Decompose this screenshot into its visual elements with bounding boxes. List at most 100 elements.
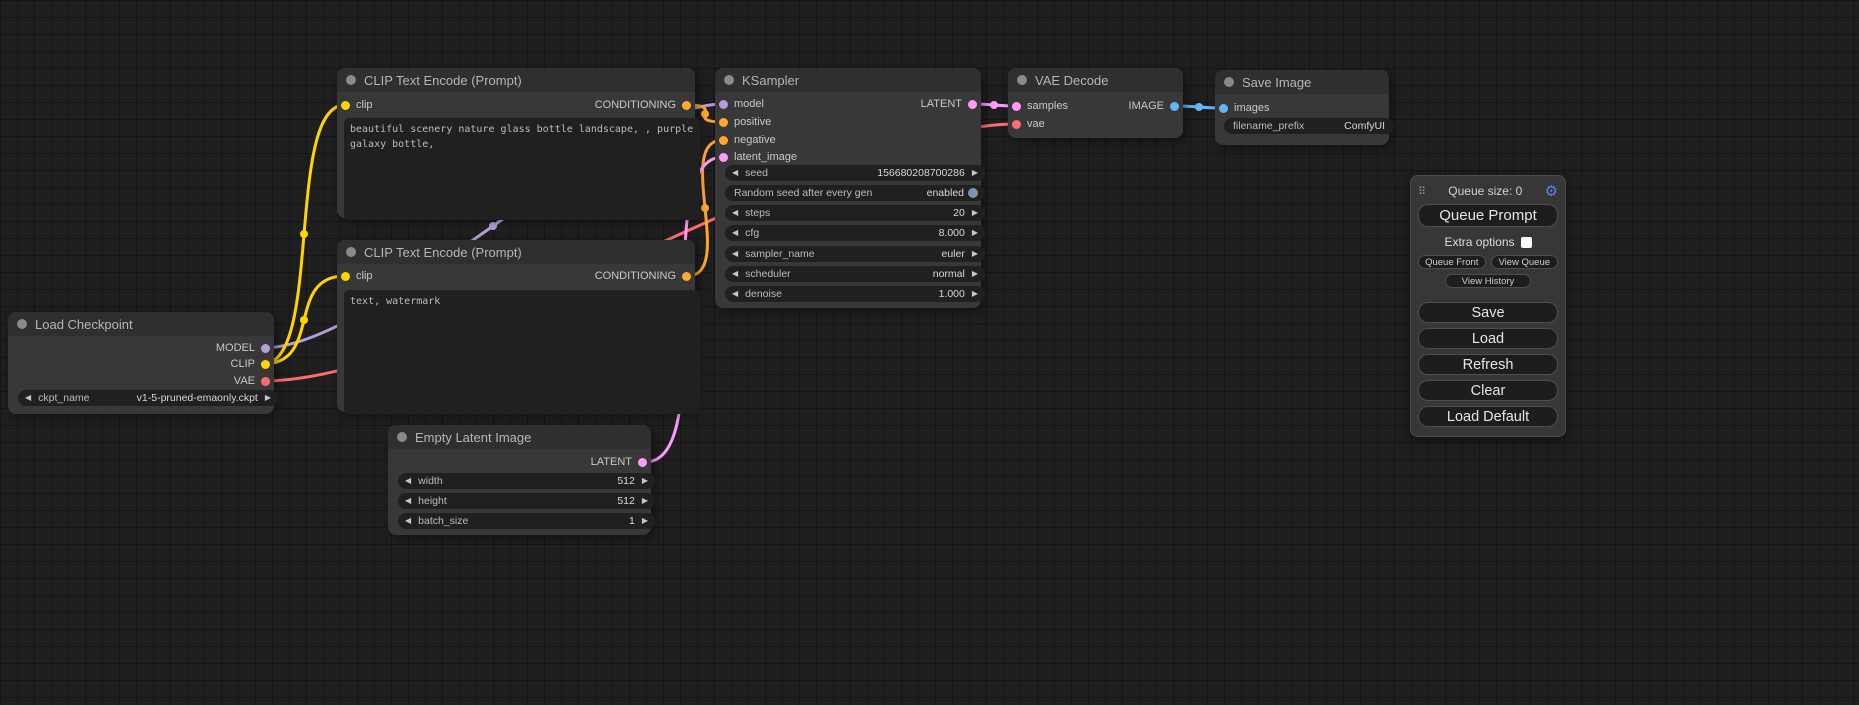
denoise-number-widget[interactable]: ◀ denoise 1.000 ▶: [725, 286, 985, 302]
decrement-arrow-icon[interactable]: ◀: [405, 517, 411, 525]
batch-size-number-widget[interactable]: ◀ batch_size 1 ▶: [398, 513, 655, 529]
view-queue-button[interactable]: View Queue: [1491, 255, 1559, 269]
node-title-bar[interactable]: Load Checkpoint: [8, 312, 274, 336]
load-default-button[interactable]: Load Default: [1418, 406, 1558, 427]
filename-prefix-text-widget[interactable]: filename_prefix ComfyUI: [1224, 118, 1394, 134]
output-port-clip[interactable]: CLIP: [231, 356, 270, 372]
node-collapse-dot-icon[interactable]: [1224, 77, 1234, 87]
output-port-conditioning[interactable]: CONDITIONING: [595, 268, 691, 284]
negative-prompt-textarea[interactable]: text, watermark: [344, 290, 700, 414]
node-title-bar[interactable]: CLIP Text Encode (Prompt): [337, 240, 695, 264]
save-button[interactable]: Save: [1418, 302, 1558, 323]
extra-options-checkbox[interactable]: [1521, 237, 1532, 248]
scheduler-combo-widget[interactable]: ◀ scheduler normal ▶: [725, 266, 985, 282]
clip-port-dot[interactable]: [261, 360, 270, 369]
drag-handle-icon[interactable]: ⠿: [1418, 185, 1426, 198]
node-collapse-dot-icon[interactable]: [1017, 75, 1027, 85]
clip-port-dot[interactable]: [341, 101, 350, 110]
conditioning-port-dot[interactable]: [719, 136, 728, 145]
output-port-model[interactable]: MODEL: [216, 340, 270, 356]
decrement-arrow-icon[interactable]: ◀: [405, 477, 411, 485]
increment-arrow-icon[interactable]: ▶: [972, 169, 978, 177]
node-vae-decode[interactable]: VAE Decode samples vae IMAGE: [1008, 68, 1183, 138]
input-port-samples[interactable]: samples: [1012, 98, 1068, 114]
node-clip-text-encode-negative[interactable]: CLIP Text Encode (Prompt) clip CONDITION…: [337, 240, 695, 412]
seed-number-widget[interactable]: ◀ seed 156680208700286 ▶: [725, 165, 985, 181]
combo-left-arrow-icon[interactable]: ◀: [25, 394, 31, 402]
toggle-indicator-dot[interactable]: [968, 188, 978, 198]
output-port-conditioning[interactable]: CONDITIONING: [595, 97, 691, 113]
input-port-clip[interactable]: clip: [341, 268, 373, 284]
model-port-dot[interactable]: [719, 100, 728, 109]
image-port-dot[interactable]: [1170, 102, 1179, 111]
node-ksampler[interactable]: KSampler model positive negative latent_…: [715, 68, 981, 308]
node-empty-latent-image[interactable]: Empty Latent Image LATENT ◀ width 512 ▶ …: [388, 425, 651, 535]
node-collapse-dot-icon[interactable]: [346, 75, 356, 85]
queue-prompt-button[interactable]: Queue Prompt: [1418, 204, 1558, 227]
settings-gear-icon[interactable]: ⚙: [1545, 184, 1558, 199]
increment-arrow-icon[interactable]: ▶: [642, 517, 648, 525]
decrement-arrow-icon[interactable]: ◀: [732, 229, 738, 237]
clear-button[interactable]: Clear: [1418, 380, 1558, 401]
node-save-image[interactable]: Save Image images filename_prefix ComfyU…: [1215, 70, 1389, 145]
node-title-bar[interactable]: KSampler: [715, 68, 981, 92]
combo-left-arrow-icon[interactable]: ◀: [732, 250, 738, 258]
node-title-bar[interactable]: CLIP Text Encode (Prompt): [337, 68, 695, 92]
latent-port-dot[interactable]: [638, 458, 647, 467]
refresh-button[interactable]: Refresh: [1418, 354, 1558, 375]
combo-left-arrow-icon[interactable]: ◀: [732, 270, 738, 278]
latent-port-dot[interactable]: [719, 153, 728, 162]
conditioning-port-dot[interactable]: [682, 101, 691, 110]
input-port-clip[interactable]: clip: [341, 97, 373, 113]
input-port-model[interactable]: model: [719, 96, 764, 112]
node-collapse-dot-icon[interactable]: [17, 319, 27, 329]
latent-port-dot[interactable]: [1012, 102, 1021, 111]
increment-arrow-icon[interactable]: ▶: [972, 209, 978, 217]
node-collapse-dot-icon[interactable]: [397, 432, 407, 442]
node-clip-text-encode-positive[interactable]: CLIP Text Encode (Prompt) clip CONDITION…: [337, 68, 695, 218]
vae-port-dot[interactable]: [1012, 120, 1021, 129]
load-button[interactable]: Load: [1418, 328, 1558, 349]
width-number-widget[interactable]: ◀ width 512 ▶: [398, 473, 655, 489]
conditioning-port-dot[interactable]: [719, 118, 728, 127]
positive-prompt-textarea[interactable]: beautiful scenery nature glass bottle la…: [344, 118, 700, 220]
node-title-bar[interactable]: Save Image: [1215, 70, 1389, 94]
model-port-dot[interactable]: [261, 344, 270, 353]
latent-port-dot[interactable]: [968, 100, 977, 109]
increment-arrow-icon[interactable]: ▶: [972, 229, 978, 237]
queue-front-button[interactable]: Queue Front: [1418, 255, 1486, 269]
combo-right-arrow-icon[interactable]: ▶: [972, 250, 978, 258]
decrement-arrow-icon[interactable]: ◀: [405, 497, 411, 505]
node-title-bar[interactable]: Empty Latent Image: [388, 425, 651, 449]
steps-number-widget[interactable]: ◀ steps 20 ▶: [725, 205, 985, 221]
output-port-latent[interactable]: LATENT: [921, 96, 977, 112]
output-port-vae[interactable]: VAE: [234, 373, 270, 389]
input-port-positive[interactable]: positive: [719, 114, 771, 130]
random-seed-toggle-widget[interactable]: Random seed after every gen enabled: [725, 185, 985, 201]
combo-right-arrow-icon[interactable]: ▶: [265, 394, 271, 402]
output-port-latent[interactable]: LATENT: [591, 454, 647, 470]
image-port-dot[interactable]: [1219, 104, 1228, 113]
output-port-image[interactable]: IMAGE: [1129, 98, 1179, 114]
increment-arrow-icon[interactable]: ▶: [642, 497, 648, 505]
input-port-latent-image[interactable]: latent_image: [719, 149, 797, 165]
node-collapse-dot-icon[interactable]: [346, 247, 356, 257]
decrement-arrow-icon[interactable]: ◀: [732, 209, 738, 217]
decrement-arrow-icon[interactable]: ◀: [732, 169, 738, 177]
view-history-button[interactable]: View History: [1445, 274, 1532, 288]
decrement-arrow-icon[interactable]: ◀: [732, 290, 738, 298]
node-title-bar[interactable]: VAE Decode: [1008, 68, 1183, 92]
cfg-number-widget[interactable]: ◀ cfg 8.000 ▶: [725, 225, 985, 241]
input-port-vae[interactable]: vae: [1012, 116, 1045, 132]
clip-port-dot[interactable]: [341, 272, 350, 281]
input-port-negative[interactable]: negative: [719, 132, 776, 148]
increment-arrow-icon[interactable]: ▶: [642, 477, 648, 485]
node-graph-canvas[interactable]: Load Checkpoint MODEL CLIP VAE ◀ ckpt_na…: [0, 0, 1859, 705]
ckpt-name-combo-widget[interactable]: ◀ ckpt_name v1-5-pruned-emaonly.ckpt ▶: [18, 390, 278, 406]
height-number-widget[interactable]: ◀ height 512 ▶: [398, 493, 655, 509]
increment-arrow-icon[interactable]: ▶: [972, 290, 978, 298]
node-load-checkpoint[interactable]: Load Checkpoint MODEL CLIP VAE ◀ ckpt_na…: [8, 312, 274, 414]
input-port-images[interactable]: images: [1219, 100, 1269, 116]
vae-port-dot[interactable]: [261, 377, 270, 386]
node-collapse-dot-icon[interactable]: [724, 75, 734, 85]
